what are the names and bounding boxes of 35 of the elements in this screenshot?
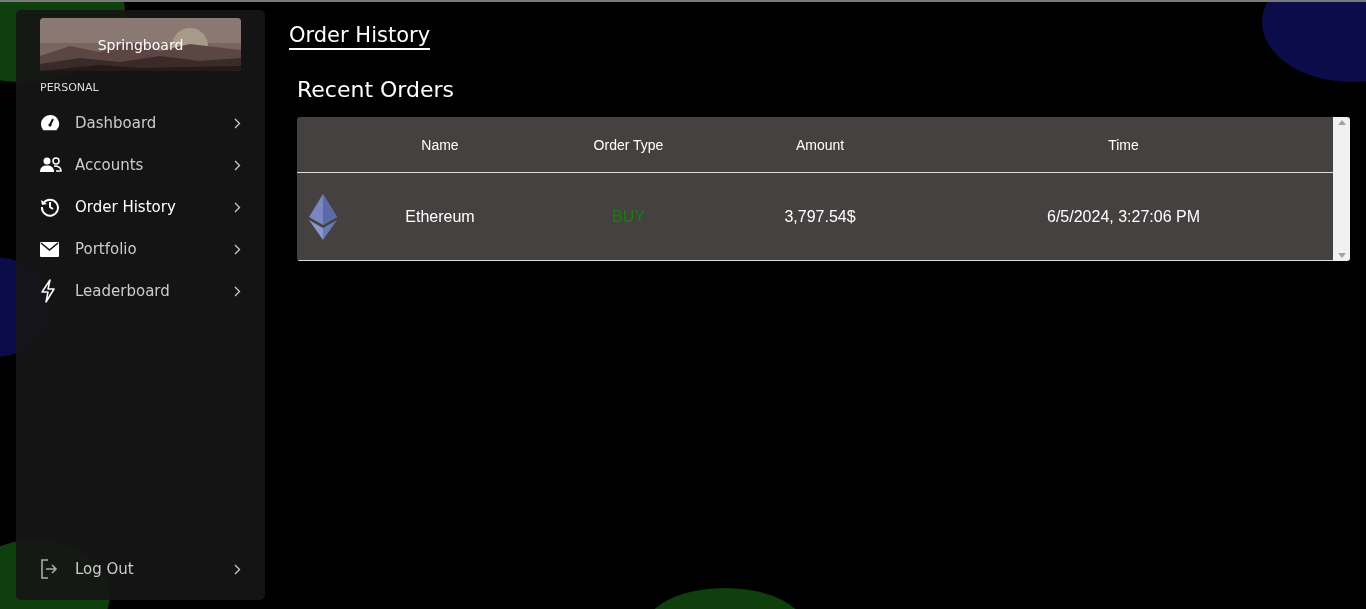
scrollbar[interactable] <box>1333 117 1350 261</box>
table-cell-text: 6/5/2024, 3:27:06 PM <box>1046 207 1201 226</box>
sidebar-item[interactable]: Dashboard <box>40 102 241 144</box>
sidebar-item[interactable]: Portfolio <box>40 228 241 270</box>
column-header: Time <box>1107 136 1140 153</box>
chevron-icon <box>234 117 241 129</box>
brand-banner[interactable]: Springboard <box>40 18 241 71</box>
scroll-down-icon[interactable] <box>1337 253 1346 258</box>
chevron-icon <box>234 563 241 575</box>
chevron-icon <box>234 201 241 213</box>
table-cell-text: 3,797.54$ <box>783 207 857 226</box>
sidebar-item[interactable]: Order History <box>40 186 241 228</box>
scroll-up-icon[interactable] <box>1337 120 1346 125</box>
column-header: Amount <box>794 136 846 153</box>
page-title: Order History <box>289 22 431 50</box>
section-title: Recent Orders <box>297 77 455 102</box>
chevron-icon <box>234 285 241 297</box>
column-header: Order Type <box>592 136 665 153</box>
logout-item[interactable]: Log Out <box>40 548 241 590</box>
lightning-icon <box>40 279 56 303</box>
chevron-icon <box>234 159 241 171</box>
mail-icon <box>40 241 59 257</box>
sidebar-item[interactable]: Accounts <box>40 144 241 186</box>
gauge-icon <box>40 114 60 132</box>
users-icon <box>40 157 62 173</box>
logout-icon <box>40 559 58 579</box>
brand-name: Springboard <box>97 36 184 53</box>
diamond-icon <box>308 193 338 240</box>
chevron-icon <box>234 243 241 255</box>
sidebar-item[interactable]: Leaderboard <box>40 270 241 312</box>
column-header: Name <box>420 136 460 153</box>
table-cell-text: Ethereum <box>404 207 476 226</box>
section-label: PERSONAL <box>40 81 100 94</box>
table-cell-text: BUY <box>611 207 646 226</box>
history-icon <box>40 197 60 217</box>
